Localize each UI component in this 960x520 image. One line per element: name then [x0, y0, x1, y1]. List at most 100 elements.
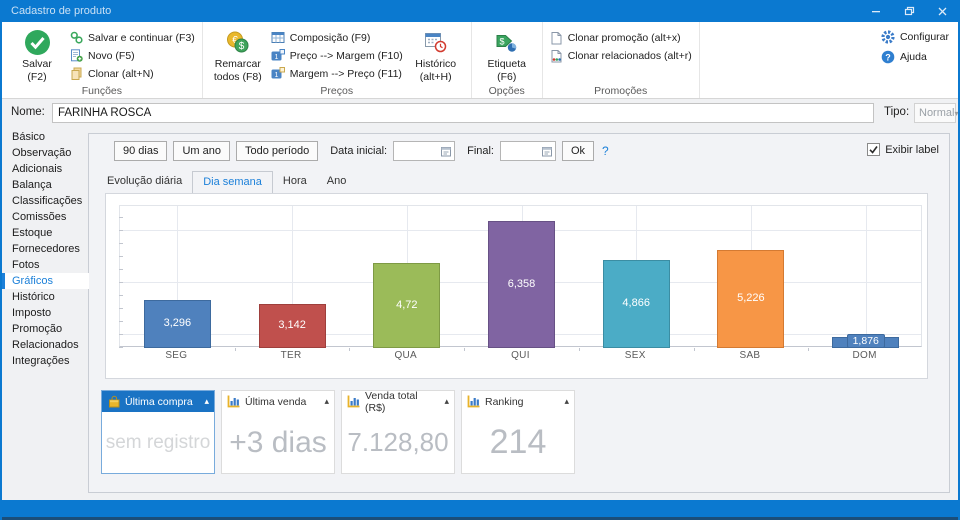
todo-periodo-button[interactable]: Todo período	[236, 141, 318, 161]
sidebar-item-estoque[interactable]: Estoque	[2, 225, 86, 241]
checkbox-checked-icon[interactable]	[867, 143, 880, 156]
exibir-label-checkbox[interactable]: Exibir label	[867, 143, 939, 156]
data-inicial-input[interactable]	[393, 141, 455, 161]
button-label: Etiqueta	[487, 58, 526, 71]
ajuda-button[interactable]: ? Ajuda	[881, 49, 949, 64]
card-header-ranking[interactable]: Ranking ▴	[462, 391, 574, 412]
sidebar-item-observacao[interactable]: Observação	[2, 145, 86, 161]
data-inicial-field[interactable]	[394, 143, 439, 161]
card-header-ultima-compra[interactable]: Última compra▴	[102, 391, 214, 412]
bar-value-label: 3,296	[144, 317, 211, 329]
nome-input[interactable]	[52, 103, 874, 123]
margem-preco-button[interactable]: 1 Margem --> Preço (F11)	[271, 66, 403, 81]
chart-tabs: Evolução diáriaDia semanaHoraAno	[97, 169, 356, 193]
card-title: Ranking	[485, 396, 524, 408]
clonar-relacionados-button[interactable]: Clonar relacionados (alt+r)	[550, 48, 692, 63]
button-label: Composição (F9)	[290, 32, 371, 44]
card-value: 214	[462, 412, 574, 473]
tab-ano[interactable]: Ano	[317, 171, 357, 193]
sidebar-item-imposto[interactable]: Imposto	[2, 305, 86, 321]
group-label-promocoes: Promoções	[543, 85, 699, 97]
gear-icon	[881, 30, 895, 44]
title-bar: Cadastro de produto	[2, 0, 958, 22]
sidebar-item-fotos[interactable]: Fotos	[2, 257, 86, 273]
sidebar-item-comissoes[interactable]: Comissões	[2, 209, 86, 225]
sidebar: BásicoObservaçãoAdicionaisBalançaClassif…	[2, 129, 86, 369]
collapse-arrow-icon[interactable]: ▴	[324, 396, 329, 407]
sidebar-item-classificacoes[interactable]: Classificações	[2, 193, 86, 209]
salvar-button[interactable]: Salvar (F2)	[9, 25, 65, 84]
clonar-button[interactable]: Clonar (alt+N)	[70, 66, 195, 81]
tab-hora[interactable]: Hora	[273, 171, 317, 193]
card-title: Venda total (R$)	[365, 390, 440, 414]
collapse-arrow-icon[interactable]: ▴	[444, 396, 449, 407]
svg-text:?: ?	[885, 52, 891, 62]
button-shortcut: (F6)	[497, 71, 516, 84]
preco-margem-button[interactable]: 1 Preço --> Margem (F10)	[271, 48, 403, 63]
clonar-promocao-button[interactable]: Clonar promoção (alt+x)	[550, 30, 692, 45]
chart-plot: 3,2963,1424,726,3584,8665,2261,876	[119, 205, 922, 347]
y-axis-tick	[119, 282, 123, 283]
x-axis-label-dom: DOM	[807, 350, 922, 361]
copy-icon	[70, 67, 83, 80]
svg-text:1: 1	[274, 54, 278, 61]
sidebar-item-integracoes[interactable]: Integrações	[2, 353, 86, 369]
button-label: Ajuda	[900, 51, 927, 63]
tab-dia-semana[interactable]: Dia semana	[192, 171, 273, 193]
window-title: Cadastro de produto	[11, 5, 111, 17]
close-button[interactable]	[925, 0, 958, 22]
button-label: Preço --> Margem (F10)	[290, 50, 403, 62]
remarcar-todos-button[interactable]: €$ Remarcar todos (F8)	[210, 25, 266, 84]
configurar-button[interactable]: Configurar	[881, 29, 949, 44]
sidebar-item-promocao[interactable]: Promoção	[2, 321, 86, 337]
final-field[interactable]	[501, 143, 540, 161]
card-ranking: Ranking ▴ 214	[461, 390, 575, 474]
collapse-arrow-icon[interactable]: ▴	[564, 396, 569, 407]
sidebar-item-historico[interactable]: Histórico	[2, 289, 86, 305]
price-tag-icon: $	[496, 26, 517, 58]
svg-text:$: $	[239, 41, 245, 52]
sidebar-item-graficos[interactable]: Gráficos	[2, 273, 89, 289]
sidebar-item-balanca[interactable]: Balança	[2, 177, 86, 193]
tipo-dropdown[interactable]: Normal ▾	[914, 103, 956, 123]
calendar-icon	[542, 146, 553, 157]
bar-chart-icon	[347, 395, 361, 408]
sidebar-item-adicionais[interactable]: Adicionais	[2, 161, 86, 177]
link-icon	[70, 31, 83, 44]
ok-button[interactable]: Ok	[562, 141, 594, 161]
help-link[interactable]: ?	[602, 144, 609, 158]
bar-value-label: 4,866	[603, 297, 670, 309]
minimize-button[interactable]	[859, 0, 892, 22]
new-document-icon	[70, 49, 83, 62]
y-axis-tick	[119, 347, 123, 348]
sidebar-item-fornecedores[interactable]: Fornecedores	[2, 241, 86, 257]
price-to-margin-icon: 1	[271, 49, 285, 62]
90-dias-button[interactable]: 90 dias	[114, 141, 167, 161]
weekday-chart: 3,2963,1424,726,3584,8665,2261,876 SEGTE…	[105, 193, 928, 379]
final-input[interactable]	[500, 141, 556, 161]
etiqueta-button[interactable]: $ Etiqueta (F6)	[479, 25, 535, 84]
chart-xaxis: SEGTERQUAQUISEXSABDOM	[119, 350, 922, 364]
card-header-venda-total-r[interactable]: Venda total (R$) ▴	[342, 391, 454, 412]
um-ano-button[interactable]: Um ano	[173, 141, 230, 161]
historico-button[interactable]: Histórico (alt+H)	[408, 25, 464, 84]
restore-button[interactable]	[892, 0, 925, 22]
y-axis-tick	[119, 308, 123, 309]
card-header-ultima-venda[interactable]: Última venda▴	[222, 391, 334, 412]
bar-value-badge: 1,876	[847, 334, 885, 348]
window-controls	[859, 0, 958, 22]
novo-button[interactable]: Novo (F5)	[70, 48, 195, 63]
x-axis-label-sex: SEX	[578, 350, 693, 361]
salvar-continuar-button[interactable]: Salvar e continuar (F3)	[70, 30, 195, 45]
composicao-button[interactable]: Composição (F9)	[271, 30, 403, 45]
sidebar-item-basico[interactable]: Básico	[2, 129, 86, 145]
tab-evolucao-diaria[interactable]: Evolução diária	[97, 171, 192, 193]
button-label: Novo (F5)	[88, 50, 135, 62]
filter-row: 90 diasUm anoTodo período Data inicial: …	[114, 141, 609, 161]
button-label: Salvar	[22, 58, 52, 71]
sidebar-item-relacionados[interactable]: Relacionados	[2, 337, 86, 353]
bar-value-label: 4,72	[373, 299, 440, 311]
collapse-arrow-icon[interactable]: ▴	[204, 396, 209, 407]
table-icon	[271, 31, 285, 44]
coins-icon: €$	[226, 26, 250, 58]
